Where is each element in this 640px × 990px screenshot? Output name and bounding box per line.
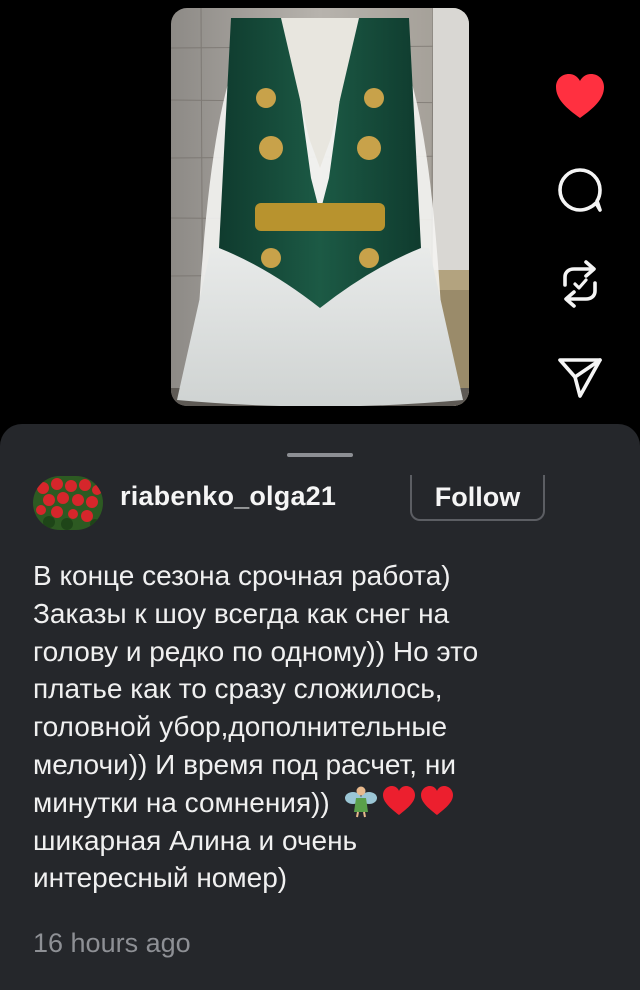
caption-line: шикарная Алина и очень	[33, 824, 358, 856]
caption-line: платье как то сразу сложилось,	[33, 673, 443, 705]
repost-button[interactable]	[548, 256, 612, 312]
caption-line-with-emoji: минутки на сомнения))	[33, 784, 603, 822]
caption-line: голову и редко по одному)) Но это	[33, 635, 479, 667]
comment-bubble-icon	[558, 168, 602, 212]
avatar-flowers-image	[33, 476, 103, 530]
post-timestamp: 16 hours ago	[33, 928, 191, 958]
caption-line: головной убор,дополнительные	[33, 711, 448, 743]
comment-button[interactable]	[548, 162, 612, 218]
caption-line: минутки на сомнения))	[33, 786, 330, 818]
caption-line: Заказы к шоу всегда как снег на	[33, 597, 450, 629]
post-photo[interactable]	[171, 8, 469, 406]
repost-arrows-icon	[563, 260, 597, 308]
follow-button[interactable]: Follow	[410, 475, 545, 521]
sheet-drag-handle[interactable]	[287, 453, 353, 457]
heart-filled-icon	[556, 74, 604, 118]
avatar[interactable]	[33, 476, 103, 530]
like-button[interactable]	[548, 68, 612, 124]
caption-emojis	[344, 784, 454, 818]
caption-line: интересный номер)	[33, 862, 288, 894]
username[interactable]: riabenko_olga21	[120, 481, 336, 512]
share-button[interactable]	[548, 350, 612, 406]
post-photo-costume-image	[171, 8, 469, 406]
caption-line: мелочи)) И время под расчет, ни	[33, 748, 456, 780]
red-heart-emoji	[382, 785, 415, 815]
caption-text: В конце сезона срочная работа) Заказы к …	[33, 557, 603, 897]
caption-line: В конце сезона срочная работа)	[33, 560, 451, 591]
caption-sheet: riabenko_olga21 Follow В конце сезона ср…	[0, 424, 640, 990]
red-heart-emoji	[420, 785, 453, 815]
post-media-area	[0, 0, 640, 425]
paper-plane-icon	[558, 358, 602, 398]
fairy-emoji	[344, 786, 377, 817]
